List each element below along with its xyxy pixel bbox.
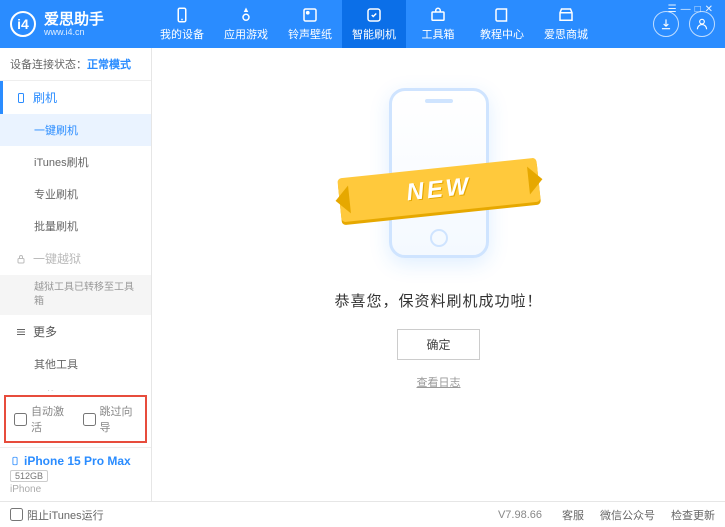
view-log-link[interactable]: 查看日志	[417, 374, 461, 390]
lock-icon	[15, 253, 27, 265]
device-block[interactable]: iPhone 15 Pro Max 512GB iPhone	[0, 447, 151, 501]
sidebar-item-firmware[interactable]: 下载固件	[0, 380, 151, 391]
jailbreak-note: 越狱工具已转移至工具箱	[0, 275, 151, 315]
footer: 阻止iTunes运行 V7.98.66 客服 微信公众号 检查更新	[0, 501, 725, 527]
window-controls: ☰ — □ ✕	[668, 4, 717, 15]
menu-icon[interactable]: ☰	[668, 4, 677, 15]
phone-icon	[173, 6, 191, 24]
device-type: iPhone	[10, 484, 141, 495]
user-icon	[695, 17, 709, 31]
titlebar-right: ☰ — □ ✕	[653, 11, 715, 37]
logo-icon: i4	[10, 11, 36, 37]
sidebar-item-othertools[interactable]: 其他工具	[0, 348, 151, 380]
brand-name: 爱思助手	[44, 12, 104, 27]
sidebar-item-oneclick[interactable]: 一键刷机	[0, 114, 151, 146]
nav-flash[interactable]: 智能刷机	[342, 0, 406, 48]
main-content: NEW 恭喜您，保资料刷机成功啦！ 确定 查看日志	[152, 48, 725, 501]
sidebar-item-batch[interactable]: 批量刷机	[0, 210, 151, 242]
store-icon	[557, 6, 575, 24]
download-icon	[659, 17, 673, 31]
topnav: 我的设备 应用游戏 铃声壁纸 智能刷机 工具箱 教程中心 爱思商城	[150, 0, 598, 48]
maximize-icon[interactable]: □	[695, 4, 701, 15]
minimize-icon[interactable]: —	[681, 4, 691, 15]
nav-ringtones[interactable]: 铃声壁纸	[278, 0, 342, 48]
brand-block: i4 爱思助手 www.i4.cn	[10, 11, 150, 37]
sidebar-item-itunes[interactable]: iTunes刷机	[0, 146, 151, 178]
nav-store[interactable]: 爱思商城	[534, 0, 598, 48]
device-icon	[10, 454, 20, 468]
success-message: 恭喜您，保资料刷机成功啦！	[334, 290, 542, 311]
section-more[interactable]: 更多	[0, 315, 151, 348]
connection-status: 设备连接状态：正常模式	[0, 48, 151, 81]
footer-links: 客服 微信公众号 检查更新	[562, 507, 715, 523]
checkbox-block-itunes[interactable]: 阻止iTunes运行	[10, 507, 104, 523]
success-illustration: NEW	[329, 78, 549, 268]
book-icon	[493, 6, 511, 24]
section-flash[interactable]: 刷机	[0, 81, 151, 114]
device-name: iPhone 15 Pro Max	[10, 454, 141, 468]
sidebar-item-pro[interactable]: 专业刷机	[0, 178, 151, 210]
footer-wechat[interactable]: 微信公众号	[600, 507, 655, 523]
checkbox-skip-guide[interactable]: 跳过向导	[83, 403, 138, 435]
toolbox-icon	[429, 6, 447, 24]
section-jailbreak: 一键越狱	[0, 242, 151, 275]
sidebar-options-box: 自动激活 跳过向导	[4, 395, 147, 443]
nav-apps[interactable]: 应用游戏	[214, 0, 278, 48]
titlebar: i4 爱思助手 www.i4.cn 我的设备 应用游戏 铃声壁纸 智能刷机 工具…	[0, 0, 725, 48]
brand-url: www.i4.cn	[44, 27, 104, 37]
confirm-button[interactable]: 确定	[397, 329, 479, 360]
checkbox-auto-activate[interactable]: 自动激活	[14, 403, 69, 435]
close-icon[interactable]: ✕	[705, 4, 713, 15]
footer-update[interactable]: 检查更新	[671, 507, 715, 523]
list-icon	[15, 326, 27, 338]
storage-badge: 512GB	[10, 470, 48, 482]
nav-my-device[interactable]: 我的设备	[150, 0, 214, 48]
nav-toolbox[interactable]: 工具箱	[406, 0, 470, 48]
sidebar: 设备连接状态：正常模式 刷机 一键刷机 iTunes刷机 专业刷机 批量刷机 一…	[0, 48, 152, 501]
image-icon	[301, 6, 319, 24]
version-label: V7.98.66	[498, 509, 542, 521]
nav-tutorials[interactable]: 教程中心	[470, 0, 534, 48]
flash-icon	[365, 6, 383, 24]
phone-small-icon	[15, 92, 27, 104]
apps-icon	[237, 6, 255, 24]
footer-support[interactable]: 客服	[562, 507, 584, 523]
